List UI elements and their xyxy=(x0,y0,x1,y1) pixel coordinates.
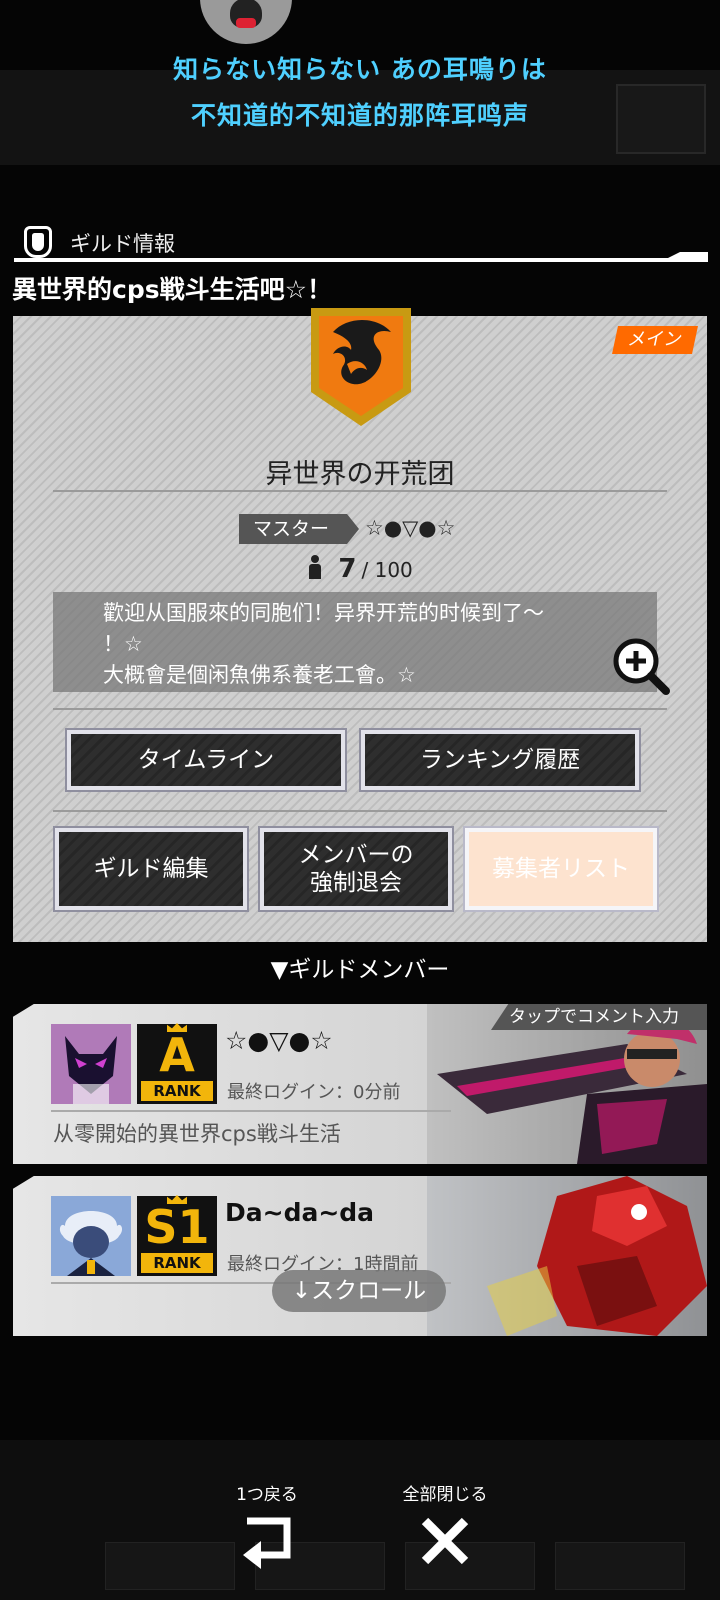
member-count-max: / 100 xyxy=(361,558,413,582)
guild-title: 异世界の开荒团 xyxy=(265,459,455,490)
rank-badge: A RANK xyxy=(137,1023,217,1104)
applicant-list-button[interactable]: 募集者リスト xyxy=(463,826,659,912)
master-name: ☆●▽●☆ xyxy=(365,516,456,540)
member-count: 7 / 100 xyxy=(13,554,707,584)
divider xyxy=(51,1110,451,1112)
kick-member-line-1: メンバーの xyxy=(298,842,414,868)
background-tab xyxy=(555,1542,685,1590)
close-icon xyxy=(421,1517,469,1565)
rank-label: RANK xyxy=(141,1253,213,1273)
header-divider xyxy=(14,258,708,262)
member-character-art xyxy=(427,1176,707,1336)
guild-info-header: ギルド情報 xyxy=(14,222,708,264)
guild-description: 歡迎从国服來的同胞们！异界开荒的时候到了～ ！☆ 大概會是個闲魚佛系養老工會。☆ xyxy=(53,592,657,692)
ranking-history-button[interactable]: ランキング履歴 xyxy=(359,728,641,792)
guild-display-name: 異世界的cps戦斗生活吧☆！ xyxy=(12,275,333,304)
rank-value: S1 xyxy=(144,1200,210,1254)
main-badge: メイン xyxy=(612,326,698,354)
background-bottom-nav xyxy=(0,1440,720,1600)
guild-edit-button-label: ギルド編集 xyxy=(59,832,243,906)
master-row: マスター ☆●▽●☆ xyxy=(13,514,707,546)
kick-member-button[interactable]: メンバーの 強制退会 xyxy=(258,826,454,912)
member-name: Da~da~da xyxy=(225,1198,375,1227)
rank-value: A xyxy=(159,1028,195,1082)
person-icon xyxy=(307,555,323,579)
back-button[interactable]: 1つ戻る xyxy=(212,1480,322,1580)
divider xyxy=(53,490,667,492)
member-row[interactable]: S1 RANK Da~da~da 最終ログイン：1時間前 xyxy=(13,1176,707,1336)
zoom-in-icon[interactable] xyxy=(611,636,671,696)
kick-member-line-2: 強制退会 xyxy=(310,870,402,896)
guild-edit-button[interactable]: ギルド編集 xyxy=(53,826,249,912)
divider xyxy=(53,708,667,710)
timeline-button[interactable]: タイムライン xyxy=(65,728,347,792)
member-avatar xyxy=(51,1196,131,1276)
description-line: 歡迎从国服來的同胞们！异界开荒的时候到了～ xyxy=(103,601,544,625)
description-line: ！☆ xyxy=(103,632,143,656)
ranking-history-button-label: ランキング履歴 xyxy=(365,734,635,786)
back-label: 1つ戻る xyxy=(236,1485,298,1505)
member-row[interactable]: タップでコメント入力 A RANK ☆●▽●☆ 最終ログイン：0分前 从零開始的… xyxy=(13,1004,707,1164)
member-count-value: 7 xyxy=(338,554,357,584)
close-all-label: 全部閉じる xyxy=(402,1485,488,1505)
guild-card: メイン 异世界の开荒团 マスター ☆●▽●☆ 7 / 100 歡迎从国服來的同胞… xyxy=(13,308,707,942)
guild-members-header: ▼ギルドメンバー xyxy=(270,957,450,983)
rank-label: RANK xyxy=(141,1081,213,1101)
lyric-line-2: 不知道的不知道的那阵耳鸣声 xyxy=(190,101,529,130)
lyrics-avatar xyxy=(200,0,292,44)
member-comment: 从零開始的異世界cps戦斗生活 xyxy=(53,1122,341,1146)
applicant-list-button-label: 募集者リスト xyxy=(469,832,653,906)
member-name: ☆●▽●☆ xyxy=(225,1026,333,1055)
last-login: 最終ログイン：0分前 xyxy=(227,1082,401,1103)
divider xyxy=(53,810,667,812)
tap-comment-hint[interactable]: タップでコメント入力 xyxy=(491,1004,707,1030)
header-label: ギルド情報 xyxy=(70,232,175,256)
return-arrow-icon xyxy=(243,1517,291,1569)
close-all-button[interactable]: 全部閉じる xyxy=(390,1480,500,1580)
lyric-line-1: 知らない知らない あの耳鳴りは xyxy=(173,55,547,84)
timeline-button-label: タイムライン xyxy=(71,734,341,786)
description-line: 大概會是個闲魚佛系養老工會。☆ xyxy=(103,663,416,687)
shield-icon xyxy=(24,226,52,258)
rank-badge: S1 RANK xyxy=(137,1195,217,1276)
master-label: マスター xyxy=(239,514,359,544)
scroll-hint[interactable]: ↓スクロール xyxy=(272,1270,446,1312)
guild-emblem-icon xyxy=(311,308,411,426)
member-avatar xyxy=(51,1024,131,1104)
kick-member-button-label: メンバーの 強制退会 xyxy=(264,832,448,906)
